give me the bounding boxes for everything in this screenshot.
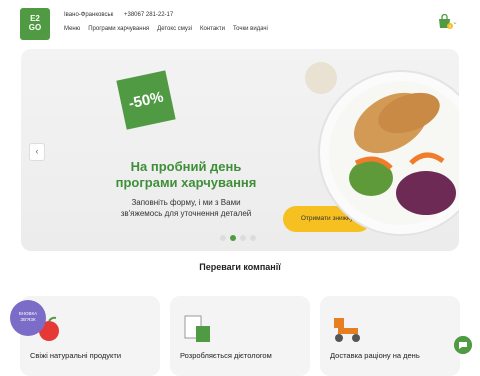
slide-dot-active[interactable] — [230, 235, 236, 241]
chat-icon[interactable] — [454, 336, 472, 354]
nav-pickup[interactable]: Точки видачі — [233, 26, 268, 32]
site-header: E2 GO Івано-Франковськ +38067 281-22-17 … — [0, 0, 480, 44]
nav-programs[interactable]: Програми харчування — [88, 26, 149, 32]
chevron-down-icon[interactable]: ⌄ — [452, 18, 458, 26]
logo-text-top: E2 — [30, 14, 40, 23]
food-plate-image — [305, 62, 459, 236]
phone-link[interactable]: +38067 281-22-17 — [124, 12, 173, 18]
slide-dot[interactable] — [220, 235, 226, 241]
logo-text-bottom: GO — [28, 23, 42, 32]
nav-detox[interactable]: Детокс смузі — [157, 26, 192, 32]
city-label[interactable]: Івано-Франковськ — [64, 12, 113, 18]
hero-text-line: зв'яжемось для уточнення деталей — [120, 209, 252, 218]
benefit-card-title: Доставка раціону на день — [330, 351, 420, 360]
discount-badge: -50% — [116, 70, 176, 130]
logo[interactable]: E2 GO — [20, 8, 50, 40]
hero-text: Заповніть форму, і ми з Вами зв'яжемось … — [66, 197, 306, 219]
benefit-card-title: Свіжі натуральні продукти — [30, 351, 122, 360]
slide-dot[interactable] — [250, 235, 256, 241]
main-nav: Меню Програми харчування Детокс смузі Ко… — [64, 26, 268, 32]
promo-badge[interactable]: ВНОВКА ЗВ'ЯЗК — [10, 300, 46, 336]
hero-text-line: Заповніть форму, і ми з Вами — [131, 198, 241, 207]
promo-badge-line: ЗВ'ЯЗК — [20, 317, 36, 322]
nav-contacts[interactable]: Контакти — [200, 26, 225, 32]
benefit-card-title: Розробляється дієтологом — [180, 351, 272, 360]
benefits-title: Переваги компанії — [199, 262, 281, 272]
scooter-icon — [334, 318, 360, 342]
hero-banner: -50% На пробний день програми харчування… — [21, 49, 459, 251]
slide-indicator — [220, 235, 256, 241]
hero-title-line: програми харчування — [115, 175, 257, 190]
hero-title: На пробний день програми харчування — [81, 159, 291, 191]
document-icon — [184, 315, 210, 342]
slide-dot[interactable] — [240, 235, 246, 241]
nav-menu[interactable]: Меню — [64, 26, 80, 32]
hero-title-line: На пробний день — [130, 159, 242, 174]
prev-slide-button[interactable]: ‹ — [29, 143, 45, 161]
benefit-card-dietitian: Розробляється дієтологом — [170, 296, 310, 376]
benefit-card-delivery: Доставка раціону на день — [320, 296, 460, 376]
